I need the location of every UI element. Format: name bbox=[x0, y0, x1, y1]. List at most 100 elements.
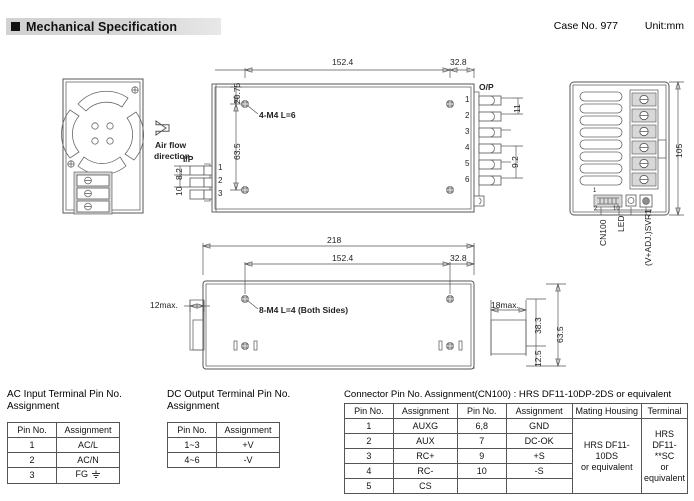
op-pin-3: 3 bbox=[465, 127, 470, 136]
cell-assignment-b: DC-OK bbox=[505, 433, 573, 449]
cell-pin: 4~6 bbox=[167, 452, 217, 468]
table-header-row: Pin No. Assignment bbox=[7, 422, 120, 438]
fan-side-view bbox=[61, 78, 144, 215]
earth-ground-icon bbox=[91, 470, 101, 482]
cell-pin-b: 9 bbox=[456, 448, 507, 464]
col-pin-no: Pin No. bbox=[7, 422, 57, 438]
cell-pin-b: 7 bbox=[456, 433, 507, 449]
col-assignment-a: Assignment bbox=[392, 403, 458, 419]
cell-pin-b bbox=[456, 478, 507, 494]
dim-32-8-top: 32.8 bbox=[450, 57, 467, 67]
mechanical-specification-page: Mechanical Specification Case No. 977 Un… bbox=[0, 0, 694, 501]
cell-pin-a: 3 bbox=[344, 448, 394, 464]
table-row: 3 FG bbox=[7, 467, 120, 484]
dc-output-table: Pin No. Assignment 1~3 +V 4~6 -V bbox=[167, 422, 280, 468]
op-pin-4: 4 bbox=[465, 143, 470, 152]
cell-pin: 1~3 bbox=[167, 437, 217, 453]
screw-icon bbox=[446, 100, 454, 108]
dc-output-table-caption: DC Output Terminal Pin No. Assignment bbox=[167, 389, 291, 412]
dim-12max: 12max. bbox=[150, 300, 178, 310]
airflow-arrow-icon bbox=[155, 120, 170, 136]
screw-icon bbox=[241, 186, 249, 194]
cell-assignment-a: AUX bbox=[392, 433, 458, 449]
dim-10: 10 bbox=[174, 186, 184, 196]
dim-218: 218 bbox=[327, 235, 342, 245]
col-assignment: Assignment bbox=[56, 422, 120, 438]
table-row: 1 AC/L bbox=[7, 437, 120, 453]
cell-pin-b: 6,8 bbox=[456, 418, 507, 434]
op-label: O/P bbox=[479, 82, 494, 92]
cell-pin-a: 1 bbox=[344, 418, 394, 434]
dim-32-8-bottom: 32.8 bbox=[450, 253, 467, 263]
table-row: 2 AC/N bbox=[7, 452, 120, 468]
op-pin-6: 6 bbox=[465, 175, 470, 184]
cell-mating-housing: HRS DF11-10DS or equivalent bbox=[571, 418, 642, 494]
ip-pin-3: 3 bbox=[218, 189, 223, 198]
op-pin-2: 2 bbox=[465, 111, 470, 120]
cell-terminal: HRS DF11-**SC or equivalent bbox=[640, 418, 689, 494]
dim-105: 105 bbox=[674, 143, 684, 158]
dim-8-2: 8.2 bbox=[174, 168, 184, 180]
cell-pin: 2 bbox=[7, 452, 57, 468]
connector-table: Pin No. Assignment Pin No. Assignment Ma… bbox=[344, 403, 689, 494]
dim-152-4-bottom: 152.4 bbox=[332, 253, 354, 263]
cn100-label: CN100 bbox=[598, 219, 608, 246]
screw-icon bbox=[241, 295, 249, 303]
cell-assignment-a: CS bbox=[392, 478, 458, 494]
top-view bbox=[174, 67, 523, 213]
screw-icon bbox=[446, 295, 454, 303]
ip-pin-1: 1 bbox=[218, 163, 223, 172]
dim-11: 11 bbox=[512, 104, 522, 113]
cell-pin-a: 5 bbox=[344, 478, 394, 494]
screw-note-bottom: 8-M4 L=4 (Both Sides) bbox=[259, 305, 349, 315]
screw-icon bbox=[446, 186, 454, 194]
col-pin-no-b: Pin No. bbox=[456, 403, 507, 419]
op-pin-5: 5 bbox=[465, 159, 470, 168]
table-row: 1 AUXG 6,8 GND HRS DF11-10DS or equivale… bbox=[344, 418, 689, 494]
cell-assignment: -V bbox=[216, 452, 280, 468]
ip-pin-2: 2 bbox=[218, 176, 223, 185]
adj-label: (V+ADJ.)SVR1 bbox=[643, 209, 653, 266]
table-header-row: Pin No. Assignment bbox=[167, 422, 280, 438]
screw-icon bbox=[131, 86, 139, 94]
ac-input-table: Pin No. Assignment 1 AC/L 2 AC/N 3 FG bbox=[7, 422, 120, 484]
cell-pin: 3 bbox=[7, 467, 57, 484]
col-pin-no: Pin No. bbox=[167, 422, 217, 438]
dim-20-75: 20.75 bbox=[232, 82, 242, 104]
col-assignment-b: Assignment bbox=[505, 403, 573, 419]
cell-assignment-a: RC- bbox=[392, 463, 458, 479]
cell-assignment-a: RC+ bbox=[392, 448, 458, 464]
cell-assignment-b: GND bbox=[505, 418, 573, 434]
col-mating-housing: Mating Housing bbox=[571, 403, 642, 419]
cell-assignment: +V bbox=[216, 437, 280, 453]
cell-assignment-b bbox=[505, 478, 573, 494]
cell-assignment: AC/N bbox=[56, 452, 120, 468]
cn100-pin-1: 1 bbox=[593, 188, 597, 194]
screw-icon bbox=[67, 160, 75, 168]
col-assignment: Assignment bbox=[216, 422, 280, 438]
cell-assignment-b: -S bbox=[505, 463, 573, 479]
cell-pin-b: 10 bbox=[456, 463, 507, 479]
screw-icon bbox=[241, 100, 249, 108]
fg-text: FG bbox=[75, 469, 88, 479]
dim-9-2: 9.2 bbox=[510, 156, 520, 168]
cell-pin: 1 bbox=[7, 437, 57, 453]
cn100-pin-2: 2 bbox=[594, 206, 598, 212]
dim-63-5-bottom: 63.5 bbox=[555, 326, 565, 343]
connector-table-caption: Connector Pin No. Assignment(CN100) : HR… bbox=[344, 389, 672, 400]
cell-assignment: AC/L bbox=[56, 437, 120, 453]
airflow-label-line1: Air flow bbox=[155, 140, 187, 150]
dim-38-3: 38.3 bbox=[533, 317, 543, 334]
ip-label: I/P bbox=[183, 154, 194, 164]
led-label: LED bbox=[616, 215, 626, 232]
dim-152-4-top: 152.4 bbox=[332, 57, 354, 67]
cell-assignment-a: AUXG bbox=[392, 418, 458, 434]
cn100-pin-10: 10 bbox=[613, 206, 620, 212]
table-row: 4~6 -V bbox=[167, 452, 280, 468]
dim-18max: 18max. bbox=[491, 300, 519, 310]
cell-assignment: FG bbox=[56, 467, 120, 484]
dim-63-5-top: 63.5 bbox=[232, 143, 242, 160]
cell-pin-a: 2 bbox=[344, 433, 394, 449]
cell-pin-a: 4 bbox=[344, 463, 394, 479]
screw-icon bbox=[446, 342, 454, 350]
